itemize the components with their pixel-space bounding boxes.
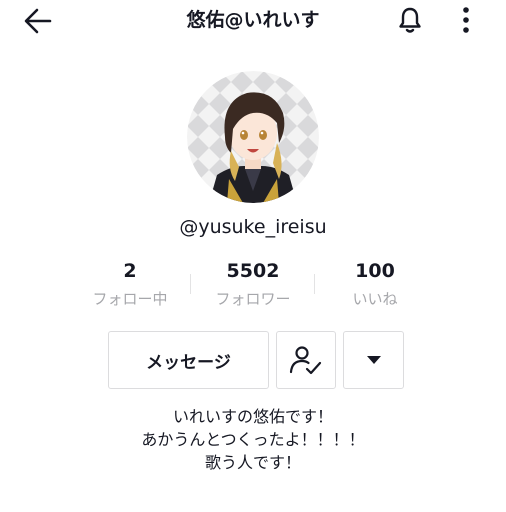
following-status-button[interactable] [276,331,336,389]
stat-likes[interactable]: 100 いいね [315,258,435,312]
followers-count: 5502 [226,260,280,282]
suggested-accounts-button[interactable] [343,331,404,389]
notification-button[interactable] [394,4,426,36]
bio-line: 歌う人です！ [204,453,301,472]
avatar-image [187,71,319,203]
stat-followers[interactable]: 5502 フォロワー [193,258,313,312]
likes-count: 100 [355,260,395,282]
message-button[interactable]: メッセージ [108,331,269,389]
bio-line: あかうんとつくったよ！！！！ [141,430,365,449]
user-check-icon [289,346,322,375]
more-options-button[interactable] [452,4,480,36]
bio: いれいすの悠佑です！ あかうんとつくったよ！！！！ 歌う人です！ [0,405,506,474]
bio-line: いれいすの悠佑です！ [172,407,333,426]
following-count: 2 [123,260,137,282]
bell-icon [399,7,421,33]
likes-label: いいね [352,290,398,308]
avatar[interactable] [187,71,319,203]
following-label: フォロー中 [92,290,168,308]
profile-page: 悠佑@いれいす @yusuke_ireisu 2 フォロー中 5502 フォロワ… [0,0,506,512]
username: @yusuke_ireisu [179,216,327,238]
followers-label: フォロワー [215,290,291,308]
stat-divider [190,274,191,294]
page-title: 悠佑@いれいす [186,9,320,31]
caret-down-icon [366,356,381,364]
stat-following[interactable]: 2 フォロー中 [70,258,190,312]
more-vertical-icon [463,7,469,33]
